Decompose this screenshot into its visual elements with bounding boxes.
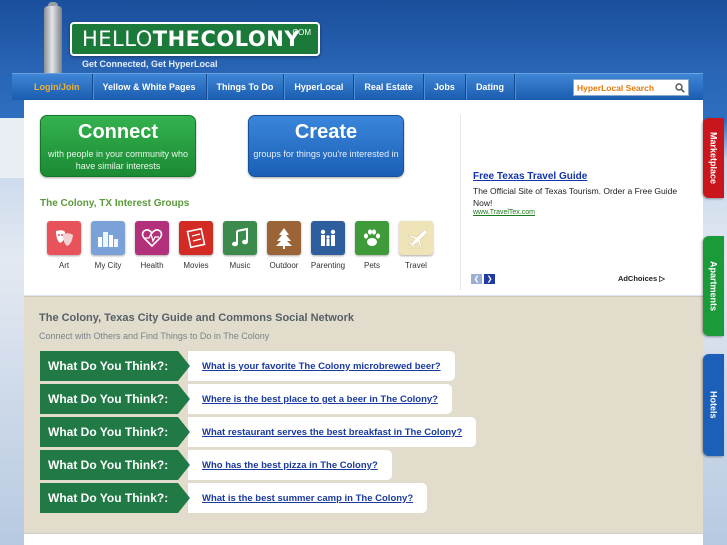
question-link[interactable]: Where is the best place to get a beer in… (188, 384, 452, 414)
logo-text: HELLOTHECOLONY (82, 27, 301, 51)
adchoices-link[interactable]: AdChoices ▷ (618, 274, 665, 283)
create-title: Create (294, 121, 358, 143)
guide-subtitle: Connect with Others and Find Things to D… (39, 331, 270, 341)
side-tab-apartments[interactable]: Apartments (703, 236, 724, 336)
city-guide-panel: The Colony, Texas City Guide and Commons… (24, 296, 703, 533)
ad-title-link[interactable]: Free Texas Travel Guide (473, 171, 587, 182)
group-my-city[interactable]: My City (86, 221, 130, 270)
question-prompt-label: What Do You Think?: (40, 351, 190, 381)
search-icon[interactable] (672, 80, 688, 95)
heartbeat-icon[interactable] (135, 221, 169, 255)
group-pets[interactable]: Pets (350, 221, 394, 270)
search-box[interactable]: HyperLocal Search (573, 79, 689, 96)
group-label: Pets (363, 261, 380, 270)
interest-groups-list: Art My City Health Movies Music Outdoor … (42, 221, 438, 270)
question-link[interactable]: Who has the best pizza in The Colony? (188, 450, 392, 480)
connect-subtitle: with people in your community who have s… (47, 149, 189, 171)
question-link[interactable]: What is your favorite The Colony microbr… (188, 351, 455, 381)
interest-groups-title: The Colony, TX Interest Groups (40, 198, 190, 209)
nav-yellow-white-pages[interactable]: Yellow & White Pages (93, 74, 207, 100)
nav-things-to-do[interactable]: Things To Do (207, 74, 285, 100)
group-outdoor[interactable]: Outdoor (262, 221, 306, 270)
question-link[interactable]: What restaurant serves the best breakfas… (188, 417, 477, 447)
tree-icon[interactable] (267, 221, 301, 255)
group-health[interactable]: Health (130, 221, 174, 270)
sign-pole (44, 6, 62, 76)
side-tab-marketplace[interactable]: Marketplace (703, 118, 724, 198)
group-label: My City (94, 261, 122, 270)
paw-icon[interactable] (355, 221, 389, 255)
group-label: Parenting (310, 261, 346, 270)
nav-login-join[interactable]: Login/Join (12, 74, 93, 100)
group-travel[interactable]: Travel (394, 221, 438, 270)
guide-title: The Colony, Texas City Guide and Commons… (39, 312, 354, 324)
question-row: What Do You Think?: What is your favorit… (40, 351, 455, 381)
play-triangle-icon: ▷ (659, 274, 665, 283)
group-parenting[interactable]: Parenting (306, 221, 350, 270)
nav-hyperlocal[interactable]: HyperLocal (284, 74, 355, 100)
question-row: What Do You Think?: What is the best sum… (40, 483, 428, 513)
question-prompt-label: What Do You Think?: (40, 450, 190, 480)
family-icon[interactable] (311, 221, 345, 255)
create-subtitle: groups for things you're interested in (253, 149, 399, 159)
chevron-left-icon[interactable]: ❮ (471, 274, 482, 284)
question-prompt-label: What Do You Think?: (40, 417, 190, 447)
film-strip-icon[interactable] (179, 221, 213, 255)
chevron-right-icon[interactable]: ❯ (484, 274, 495, 284)
group-label: Art (58, 261, 70, 270)
airplane-icon[interactable] (399, 221, 433, 255)
ad-description: The Official Site of Texas Tourism. Orde… (473, 186, 678, 208)
question-row: What Do You Think?: What restaurant serv… (40, 417, 477, 447)
group-movies[interactable]: Movies (174, 221, 218, 270)
site-tagline: Get Connected, Get HyperLocal (82, 59, 218, 69)
group-music[interactable]: Music (218, 221, 262, 270)
nav-jobs[interactable]: Jobs (424, 74, 466, 100)
theater-masks-icon[interactable] (47, 221, 81, 255)
group-label: Outdoor (269, 261, 299, 270)
ad-block: Free Texas Travel Guide The Official Sit… (460, 114, 685, 290)
side-tab-hotels[interactable]: Hotels (703, 354, 724, 456)
site-logo[interactable]: HELLOTHECOLONY .COM (70, 22, 320, 56)
group-label: Music (229, 261, 251, 270)
question-prompt-label: What Do You Think?: (40, 483, 190, 513)
top-panel: Connect with people in your community wh… (24, 100, 703, 295)
group-label: Health (140, 261, 164, 270)
bottom-bar (24, 533, 703, 545)
question-prompt-label: What Do You Think?: (40, 384, 190, 414)
group-label: Movies (183, 261, 209, 270)
connect-title: Connect (78, 121, 158, 143)
music-note-icon[interactable] (223, 221, 257, 255)
ad-pager: ❮ ❯ (471, 274, 495, 284)
search-input[interactable]: HyperLocal Search (574, 83, 672, 93)
question-row: What Do You Think?: Who has the best piz… (40, 450, 392, 480)
group-art[interactable]: Art (42, 221, 86, 270)
question-row: What Do You Think?: Where is the best pl… (40, 384, 452, 414)
group-label: Travel (405, 261, 427, 270)
ad-url-link[interactable]: www.TravelTex.com (473, 209, 535, 216)
connect-button[interactable]: Connect with people in your community wh… (40, 115, 196, 177)
left-edge-strip (0, 118, 24, 178)
question-link[interactable]: What is the best summer camp in The Colo… (188, 483, 428, 513)
logo-suffix: .COM (290, 28, 311, 37)
nav-dating[interactable]: Dating (466, 74, 515, 100)
main-nav: Login/Join Yellow & White Pages Things T… (12, 73, 703, 100)
create-button[interactable]: Create groups for things you're interest… (248, 115, 404, 177)
nav-real-estate[interactable]: Real Estate (354, 74, 424, 100)
city-skyline-icon[interactable] (91, 221, 125, 255)
